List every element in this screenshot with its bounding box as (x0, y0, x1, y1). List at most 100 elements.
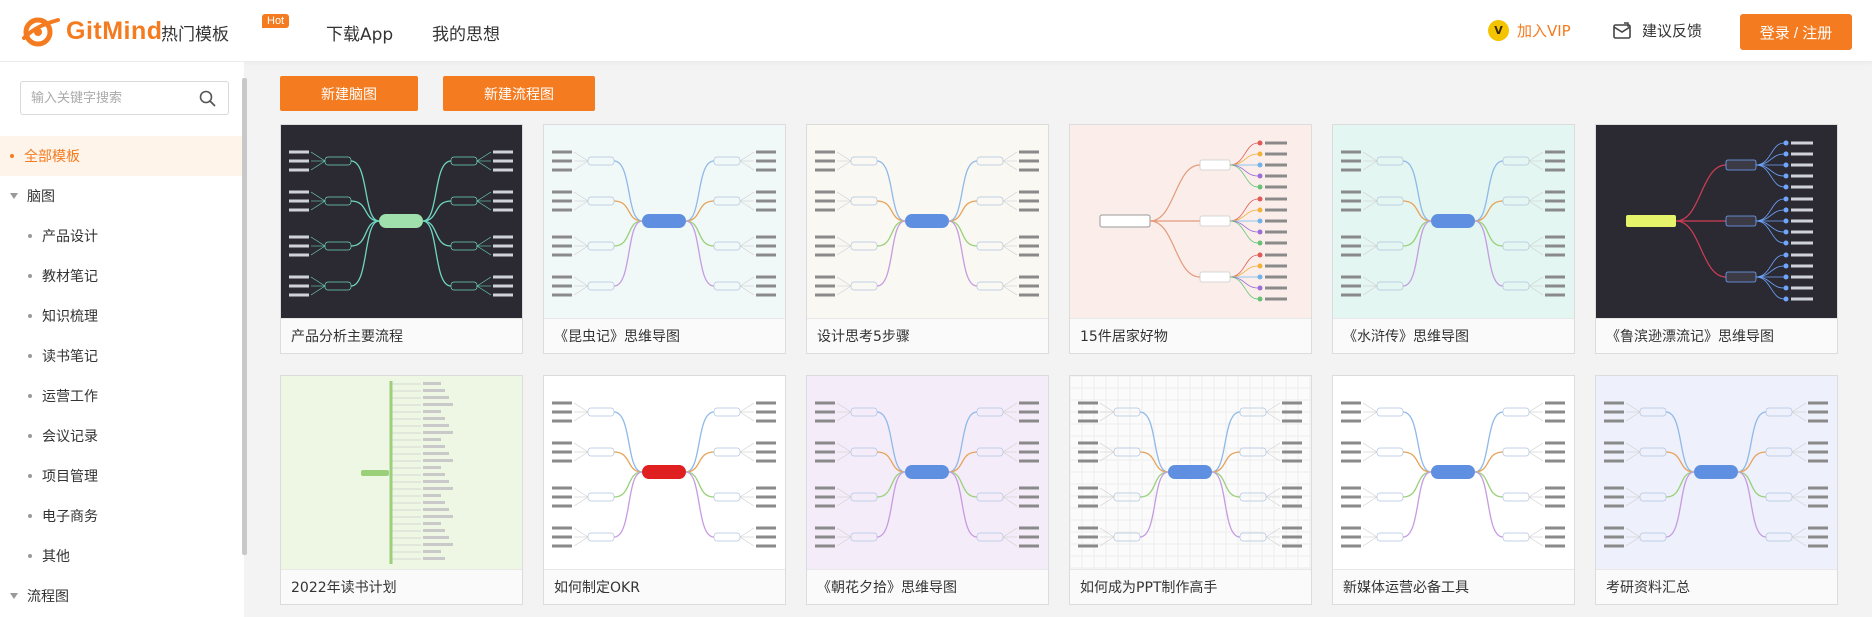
vip-crown-icon: V (1488, 20, 1509, 41)
template-card[interactable]: 2022年读书计划 (280, 375, 523, 605)
template-card[interactable]: 《朝花夕拾》思维导图 (806, 375, 1049, 605)
template-card[interactable]: 产品分析主要流程 (280, 124, 523, 354)
feedback-label: 建议反馈 (1642, 22, 1703, 40)
sidebar-category[interactable]: 脑图 (0, 176, 244, 216)
template-card[interactable]: 新媒体运营必备工具 (1332, 375, 1575, 605)
mindmap-preview-image (1341, 150, 1565, 297)
template-thumbnail (544, 125, 785, 318)
expand-caret-icon (10, 193, 18, 199)
sidebar-category-label: 知识梳理 (42, 309, 98, 325)
feedback-link[interactable]: 建议反馈 (1612, 20, 1702, 41)
sidebar-category-label: 教材笔记 (42, 269, 98, 285)
sidebar-category-label: 脑图 (27, 189, 55, 205)
feedback-icon (1613, 21, 1631, 39)
search-input[interactable] (21, 82, 191, 114)
sidebar-category[interactable]: 知识梳理 (0, 296, 244, 336)
template-title: 产品分析主要流程 (281, 318, 522, 353)
sidebar-category[interactable]: 教材笔记 (0, 256, 244, 296)
bullet-icon (28, 394, 32, 398)
template-card[interactable]: 考研资料汇总 (1595, 375, 1838, 605)
sidebar-category-label: 电子商务 (42, 509, 98, 525)
sidebar-category[interactable]: 流程图 (0, 576, 244, 616)
template-thumbnail (1333, 376, 1574, 569)
bullet-icon (28, 554, 32, 558)
nav-download-app[interactable]: 下载App (326, 20, 393, 45)
template-thumbnail (807, 125, 1048, 318)
template-title: 设计思考5步骤 (807, 318, 1048, 353)
sidebar-category-label: 其他 (42, 549, 70, 565)
mindmap-preview-image (552, 401, 776, 548)
bullet-icon (28, 474, 32, 478)
template-thumbnail (281, 125, 522, 318)
sidebar-category-label: 项目管理 (42, 469, 98, 485)
mindmap-preview-image (815, 150, 1039, 297)
template-card[interactable]: 《水浒传》思维导图 (1332, 124, 1575, 354)
template-card[interactable]: 如何成为PPT制作高手 (1069, 375, 1312, 605)
new-flowchart-button[interactable]: 新建流程图 (443, 76, 595, 111)
template-card[interactable]: 如何制定OKR (543, 375, 786, 605)
template-card[interactable]: 《昆虫记》思维导图 (543, 124, 786, 354)
nav-my-mind[interactable]: 我的思想 (432, 20, 500, 45)
template-title: 如何成为PPT制作高手 (1070, 569, 1311, 604)
category-sidebar: 全部模板脑图产品设计教材笔记知识梳理读书笔记运营工作会议记录项目管理电子商务其他… (0, 62, 244, 617)
template-title: 15件居家好物 (1070, 318, 1311, 353)
template-card[interactable]: 《鲁滨逊漂流记》思维导图 (1595, 124, 1838, 354)
mindmap-preview-image (1604, 401, 1828, 548)
join-vip-link[interactable]: V 加入VIP (1488, 20, 1571, 41)
bullet-icon (28, 514, 32, 518)
top-bar: GitMind 热门模板 Hot 下载App 我的思想 V 加入VIP 建议反馈… (0, 0, 1872, 62)
hot-badge: Hot (262, 14, 290, 28)
template-thumbnail (1596, 125, 1837, 318)
gitmind-logo-icon (22, 17, 60, 47)
sidebar-category[interactable]: 产品设计 (0, 216, 244, 256)
bullet-icon (28, 314, 32, 318)
gitmind-logo[interactable]: GitMind (20, 14, 163, 48)
template-title: 2022年读书计划 (281, 569, 522, 604)
expand-caret-icon (10, 593, 18, 599)
bullet-icon (28, 434, 32, 438)
mindmap-preview-image (1070, 376, 1311, 569)
template-title: 《水浒传》思维导图 (1333, 318, 1574, 353)
sidebar-category-label: 产品设计 (42, 229, 98, 245)
template-thumbnail (1333, 125, 1574, 318)
sidebar-category[interactable]: 全部模板 (0, 136, 244, 176)
sidebar-category[interactable]: 会议记录 (0, 416, 244, 456)
template-thumbnail (544, 376, 785, 569)
bullet-icon (28, 274, 32, 278)
sidebar-category[interactable]: 其他 (0, 536, 244, 576)
template-thumbnail (281, 376, 522, 569)
sidebar-category[interactable]: 读书笔记 (0, 336, 244, 376)
bullet-icon (10, 154, 14, 158)
mindmap-preview-image (289, 150, 513, 297)
search-icon[interactable] (199, 90, 216, 107)
template-thumbnail (1070, 376, 1311, 569)
mindmap-preview-image (1341, 401, 1565, 548)
sidebar-category-label: 运营工作 (42, 389, 98, 405)
sidebar-category-label: 会议记录 (42, 429, 98, 445)
vip-label: 加入VIP (1517, 22, 1571, 40)
sidebar-category[interactable]: 电子商务 (0, 496, 244, 536)
login-register-button[interactable]: 登录 / 注册 (1740, 14, 1852, 50)
sidebar-category[interactable]: 运营工作 (0, 376, 244, 416)
bullet-icon (28, 234, 32, 238)
mindmap-preview-image (552, 150, 776, 297)
template-card[interactable]: 设计思考5步骤 (806, 124, 1049, 354)
mindmap-preview-image (361, 381, 453, 564)
logo-text: GitMind (66, 16, 163, 45)
new-mindmap-button[interactable]: 新建脑图 (280, 76, 418, 111)
search-box (20, 81, 229, 115)
bullet-icon (28, 354, 32, 358)
template-title: 考研资料汇总 (1596, 569, 1837, 604)
template-title: 《朝花夕拾》思维导图 (807, 569, 1048, 604)
nav-hot-templates[interactable]: 热门模板 (161, 20, 229, 45)
template-card[interactable]: 15件居家好物 (1069, 124, 1312, 354)
template-thumbnail (1596, 376, 1837, 569)
mindmap-preview-image (1626, 140, 1813, 302)
sidebar-scrollbar[interactable] (242, 78, 247, 555)
mindmap-preview-image (815, 401, 1039, 548)
sidebar-category[interactable]: 项目管理 (0, 456, 244, 496)
template-title: 新媒体运营必备工具 (1333, 569, 1574, 604)
mindmap-preview-image (1099, 140, 1287, 302)
sidebar-category-label: 全部模板 (24, 149, 80, 165)
template-title: 《鲁滨逊漂流记》思维导图 (1596, 318, 1837, 353)
